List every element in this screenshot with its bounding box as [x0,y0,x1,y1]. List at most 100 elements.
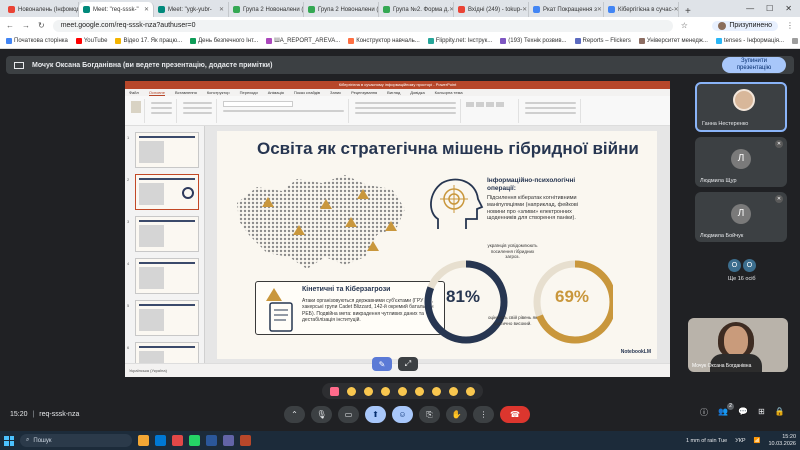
menu-icon[interactable]: ⋮ [786,21,794,30]
new-tab-button[interactable]: + [679,6,697,17]
maximize-icon[interactable]: ☐ [766,4,773,13]
browser-tab[interactable]: Meet: "ygk-yubr- ✕ [154,2,229,17]
activities-icon[interactable]: ⊞ [758,407,765,418]
wifi-icon[interactable]: 📶 [754,438,761,444]
browser-tab[interactable]: Ркат Покращення з ✕ [529,2,604,17]
powerpoint-icon[interactable] [240,435,251,446]
pp-menu-item[interactable]: Переходи [240,90,258,95]
close-window-icon[interactable]: ✕ [785,4,792,13]
browser-tab[interactable]: Новоналень (Інфомод)✕ [4,2,79,17]
tab-close-icon[interactable]: ✕ [144,6,149,13]
pp-menu-item[interactable]: Вигляд [387,90,400,95]
paste-icon[interactable] [130,101,141,113]
bookmark-item[interactable]: Початкова сторінка [6,38,68,44]
mic-icon[interactable]: 🎙 [311,406,332,423]
browser-tab[interactable]: Група 2 Новоналени (-✕ [304,2,379,17]
bookmark-item[interactable]: Конструктор навчаль... [348,38,420,44]
more-participants-label[interactable]: Ще 16 осіб [728,276,756,282]
info-icon[interactable]: ⓘ [700,407,708,418]
minimize-icon[interactable]: — [746,4,754,13]
clap-reaction-icon[interactable] [381,386,390,396]
tab-close-icon[interactable]: ✕ [597,6,602,13]
pp-menu-item[interactable]: Запис [330,90,341,95]
clock[interactable]: 15:20 10.03.2026 [768,434,796,447]
slide-thumbnail[interactable]: 4 [127,258,199,294]
laugh-reaction-icon[interactable] [398,386,407,396]
bookmark-item[interactable]: Reports – Flickers [574,38,631,44]
pp-menu-item[interactable]: Файл [129,90,139,95]
back-icon[interactable]: ← [6,21,14,30]
slide-thumbnail[interactable]: 2 [127,174,199,210]
people-icon[interactable]: 👥 [718,407,728,418]
more-options-icon[interactable]: ⋮ [473,406,494,423]
raise-hand-icon[interactable]: ✋ [446,406,467,423]
party-reaction-icon[interactable] [364,386,373,396]
participant-tile[interactable]: Ганна Нестеренко [695,82,787,132]
pp-menu-item[interactable]: Довідка [410,90,424,95]
self-video-tile[interactable]: Мочук Оксана Богданівна [688,318,788,372]
audio-options-icon[interactable]: ⌃ [284,406,305,423]
star-icon[interactable]: ☆ [681,21,688,30]
tab-close-icon[interactable]: ✕ [219,6,224,13]
heart-reaction-icon[interactable] [330,386,339,396]
chrome-icon[interactable] [172,435,183,446]
slide-thumbnail[interactable]: 1 [127,132,199,168]
pp-menu-item[interactable]: Вставлення [175,90,197,95]
profile-button[interactable]: Призупинено [712,20,778,31]
file-explorer-icon[interactable] [138,435,149,446]
bookmark-item[interactable]: ША_REPORT_AREVA... [266,38,340,44]
teams-icon[interactable] [223,435,234,446]
participant-tile[interactable]: Л ✕ Людмила Бойчук [695,192,787,242]
browser-tab[interactable]: Кібергігієна в сучас- ✕ [604,2,679,17]
forward-icon[interactable]: → [22,21,30,30]
slide-thumbnail[interactable]: 3 [127,216,199,252]
browser-tab[interactable]: Meet: "req-sssk-" ✕ [79,2,154,17]
pp-menu-item[interactable]: Показ слайдів [294,90,320,95]
more-participants-avatars[interactable]: ОО [728,259,756,272]
language-indicator[interactable]: УКР [735,438,745,444]
pp-menu-item[interactable]: Основне [148,90,165,96]
tab-close-icon[interactable]: ✕ [522,6,527,13]
participant-tile[interactable]: Л ✕ Людмила Щур [695,137,787,187]
surprised-reaction-icon[interactable] [415,386,424,396]
bookmark-item[interactable]: День безпечного Інт... [190,38,258,44]
leave-call-button[interactable]: ☎ [500,406,530,423]
reload-icon[interactable]: ↻ [38,21,45,30]
url-input[interactable]: meet.google.com/req-sssk-nza?authuser=0 [52,19,673,32]
tab-close-icon[interactable]: ✕ [674,6,678,13]
browser-tab[interactable]: Група 2 Новоналени (-✕ [229,2,304,17]
captions-icon[interactable]: ⎘ [419,406,440,423]
present-screen-icon[interactable]: ⬆ [365,406,386,423]
browser-tab[interactable]: Вхідні (249) - tokup- ✕ [454,2,529,17]
browser-tab[interactable]: Група №2. Форма д. ✕ [379,2,454,17]
shapes-gallery[interactable] [466,102,515,107]
thinking-reaction-icon[interactable] [449,386,458,396]
emoji-icon[interactable]: ☺ [392,406,413,423]
word-icon[interactable] [206,435,217,446]
pp-menu-item[interactable]: Рецензування [351,90,377,95]
pp-menu-item[interactable]: Кольорна тема [435,90,463,95]
expand-icon[interactable]: ⤢ [398,357,418,371]
bookmark-item[interactable]: tenses - Інформація... [715,38,784,44]
taskbar-search[interactable]: ⌕ Пошук [20,434,132,447]
edge-icon[interactable] [155,435,166,446]
bookmark-item[interactable]: YouTube [75,38,107,44]
camera-icon[interactable]: ▭ [338,406,359,423]
chat-icon[interactable]: 💬 [738,407,748,418]
slide-thumbnail[interactable]: 5 [127,300,199,336]
lock-icon[interactable]: 🔒 [775,407,785,418]
pp-menu-item[interactable]: Конструктор [207,90,230,95]
thumbs-down-reaction-icon[interactable] [466,386,475,396]
sad-reaction-icon[interactable] [432,386,441,396]
stop-presenting-button[interactable]: Зупинити презентацію [722,57,786,73]
thumbs-up-reaction-icon[interactable] [347,386,356,396]
font-name-field[interactable] [223,101,293,107]
bookmark-item[interactable]: Усі закладки [792,38,800,44]
windows-start-icon[interactable] [4,435,14,446]
bookmark-item[interactable]: (193) Технік розвив... [500,38,567,44]
bookmark-item[interactable]: Flippity.net: Інструк... [427,38,492,44]
whatsapp-icon[interactable] [189,435,200,446]
bookmark-item[interactable]: Університет менедж... [638,38,708,44]
pp-menu-item[interactable]: Анімація [268,90,284,95]
weather-widget[interactable]: 1 mm of rain Tue [686,438,727,444]
